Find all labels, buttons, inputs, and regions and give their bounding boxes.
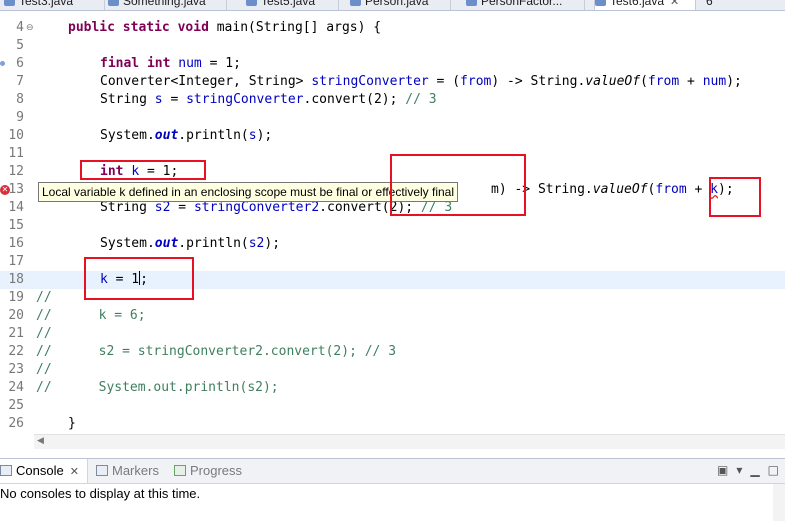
java-file-icon xyxy=(108,0,119,6)
editor-horizontal-scrollbar[interactable]: ◀ xyxy=(34,434,785,449)
tab-person[interactable]: Person.java xyxy=(350,0,451,10)
console-icon xyxy=(0,465,12,476)
tab-overflow[interactable]: 6 xyxy=(706,0,736,10)
override-marker-icon xyxy=(0,61,5,66)
code-line[interactable]: 16 System.out.println(s2); xyxy=(0,235,785,253)
tab-test6[interactable]: Test6.java ✕ xyxy=(594,0,696,10)
tab-test3[interactable]: Test3.java xyxy=(4,0,105,10)
code-line[interactable]: 4 ⊖ public static void main(String[] arg… xyxy=(0,19,785,37)
code-line[interactable]: 22 // s2 = stringConverter2.convert(2); … xyxy=(0,343,785,361)
code-line[interactable]: 7 Converter<Integer, String> stringConve… xyxy=(0,73,785,91)
code-line[interactable]: 8 String s = stringConverter.convert(2);… xyxy=(0,91,785,109)
editor-tab-bar: Test3.java Something.java Test5.java Per… xyxy=(0,0,785,11)
code-line[interactable]: 9 xyxy=(0,109,785,127)
highlight-box-lambda xyxy=(390,154,526,216)
scroll-left-icon[interactable]: ◀ xyxy=(37,436,44,446)
markers-icon xyxy=(96,465,108,476)
code-editor[interactable]: 4 ⊖ public static void main(String[] arg… xyxy=(0,11,785,434)
maximize-icon[interactable]: □ xyxy=(768,463,779,477)
code-line[interactable]: 23 // xyxy=(0,361,785,379)
tab-personfactory[interactable]: PersonFactor... xyxy=(466,0,585,10)
code-line[interactable]: 24 // System.out.println(s2); xyxy=(0,379,785,397)
view-tab-bar: Console ✕ Markers Progress ▣ ▾ ▁ □ xyxy=(0,459,785,484)
highlight-box-reassignment xyxy=(84,257,194,300)
console-message: No consoles to display at this time. xyxy=(0,486,201,501)
tab-test5[interactable]: Test5.java xyxy=(246,0,339,10)
close-icon[interactable]: ✕ xyxy=(70,466,79,478)
java-file-icon xyxy=(350,0,361,6)
view-menu-icon[interactable]: ▾ xyxy=(736,463,742,477)
code-line[interactable]: 21 // xyxy=(0,325,785,343)
close-icon[interactable]: ✕ xyxy=(670,0,679,8)
java-file-icon xyxy=(595,0,606,6)
code-line[interactable]: 10 System.out.println(s); xyxy=(0,127,785,145)
highlight-box-variable-use xyxy=(709,177,761,217)
code-line[interactable]: 26 } xyxy=(0,415,785,433)
code-line[interactable]: 25 xyxy=(0,397,785,415)
tab-progress[interactable]: Progress xyxy=(174,459,242,483)
progress-icon xyxy=(174,465,186,476)
minimize-icon[interactable]: ▁ xyxy=(750,463,759,477)
tab-something[interactable]: Something.java xyxy=(108,0,227,10)
code-line[interactable]: 6 final int num = 1; xyxy=(0,55,785,73)
code-line[interactable]: 20 // k = 6; xyxy=(0,307,785,325)
console-vertical-scrollbar[interactable] xyxy=(773,484,785,521)
code-line[interactable]: 5 xyxy=(0,37,785,55)
highlight-box-declaration xyxy=(80,160,206,180)
view-toolbar: ▣ ▾ ▁ □ xyxy=(709,463,779,477)
tab-console[interactable]: Console ✕ xyxy=(0,459,88,483)
console-view: Console ✕ Markers Progress ▣ ▾ ▁ □ No consol… xyxy=(0,458,785,521)
java-file-icon xyxy=(246,0,257,6)
fold-icon[interactable]: ⊖ xyxy=(26,19,34,37)
code-line[interactable]: 15 xyxy=(0,217,785,235)
tab-markers[interactable]: Markers xyxy=(96,459,159,483)
java-file-icon xyxy=(466,0,477,6)
java-file-icon xyxy=(4,0,15,6)
open-console-icon[interactable]: ▣ xyxy=(717,463,728,477)
